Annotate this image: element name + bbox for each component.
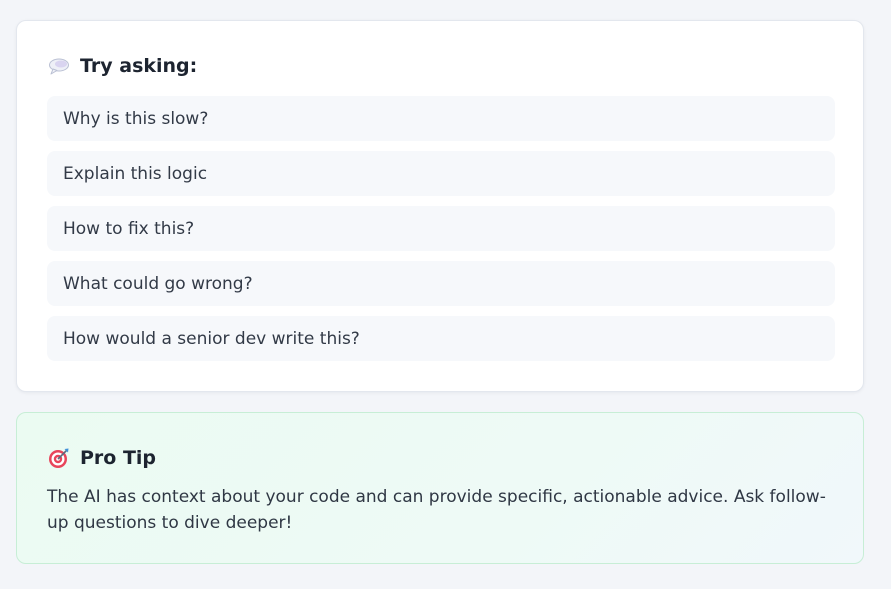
suggestions-title: Try asking:: [80, 55, 198, 77]
suggestions-heading: Try asking:: [48, 55, 197, 77]
suggestion-item[interactable]: Explain this logic: [47, 151, 835, 196]
suggestion-label: Why is this slow?: [63, 108, 209, 129]
target-icon: [48, 447, 70, 469]
suggestion-item[interactable]: How would a senior dev write this?: [47, 316, 835, 361]
suggestion-label: How to fix this?: [63, 218, 195, 239]
suggestion-label: How would a senior dev write this?: [63, 328, 360, 349]
pro-tip-card: Pro Tip The AI has context about your co…: [16, 412, 864, 564]
speech-bubble-icon: [48, 55, 70, 77]
suggestion-label: Explain this logic: [63, 163, 208, 184]
pro-tip-title: Pro Tip: [80, 447, 157, 469]
suggestion-item[interactable]: Why is this slow?: [47, 96, 835, 141]
suggestion-list: Why is this slow? Explain this logic How…: [47, 96, 835, 371]
suggestions-card: Try asking: Why is this slow? Explain th…: [16, 20, 864, 392]
suggestion-item[interactable]: How to fix this?: [47, 206, 835, 251]
suggestion-item[interactable]: What could go wrong?: [47, 261, 835, 306]
pro-tip-heading: Pro Tip: [48, 447, 156, 469]
pro-tip-text: The AI has context about your code and c…: [47, 487, 826, 533]
suggestion-label: What could go wrong?: [63, 273, 253, 294]
